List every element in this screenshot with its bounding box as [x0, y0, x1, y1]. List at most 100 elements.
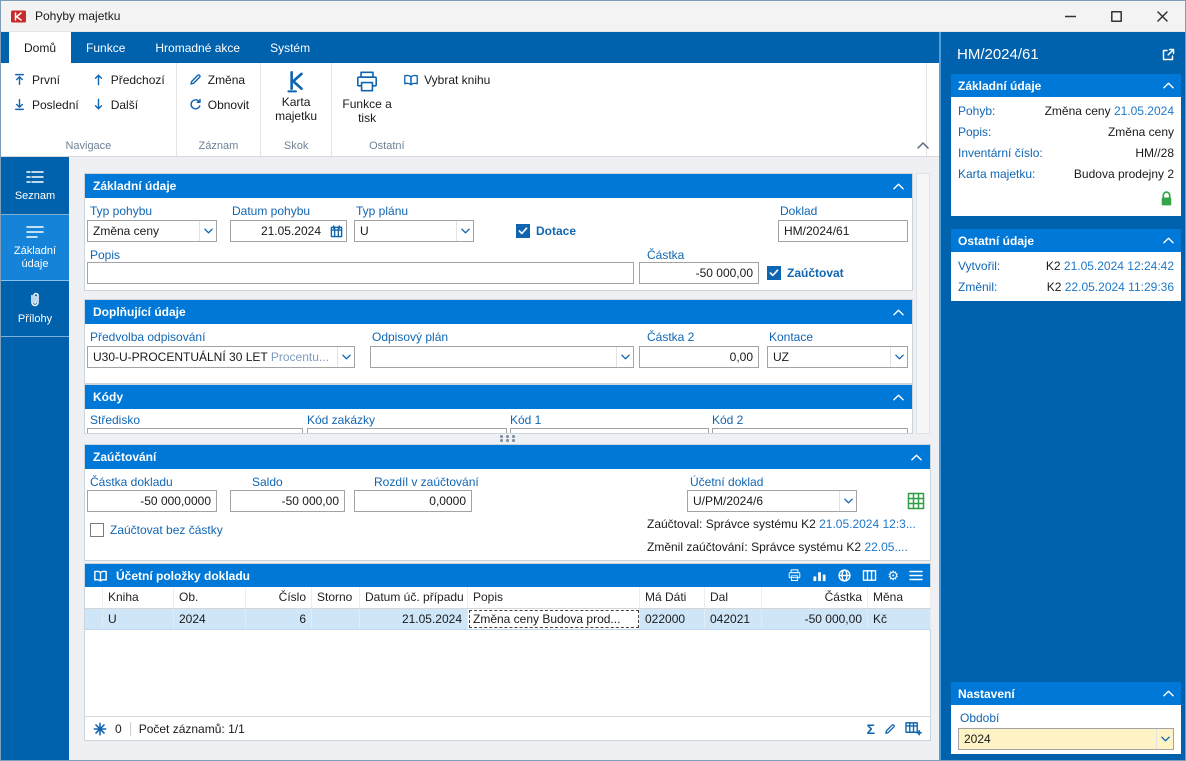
predvolba-select[interactable]: U30-U-PROCENTUÁLNÍ 30 LET Procentu... [87, 346, 355, 368]
column-header[interactable]: Částka [762, 587, 868, 608]
section-header-zauctovani[interactable]: Zaúčtování [85, 445, 930, 469]
tab-domu[interactable]: Domů [9, 32, 72, 63]
dropdown-icon[interactable] [337, 347, 354, 367]
cell-datum: 21.05.2024 [360, 609, 468, 629]
odpisovy-plan-select[interactable] [370, 346, 634, 368]
popis-input[interactable] [87, 262, 634, 284]
table-row[interactable]: U 2024 6 21.05.2024 Změna ceny Budova pr… [85, 609, 931, 630]
list-icon [26, 170, 44, 183]
asset-card-button[interactable]: Karta majetku [266, 66, 326, 124]
calendar-icon[interactable] [326, 221, 346, 241]
vertical-scrollbar[interactable] [916, 173, 930, 434]
settings-gear-icon[interactable]: ⚙ [887, 568, 899, 584]
web-icon[interactable] [837, 568, 852, 583]
column-header[interactable]: Měna [868, 587, 931, 608]
collapse-icon[interactable] [1163, 690, 1174, 697]
accounting-grid-icon[interactable] [907, 492, 925, 510]
ribbon-group-ostatni: Funkce a tisk Vybrat knihu Ostatní [332, 63, 928, 156]
sidebar-item-zakladni-udaje[interactable]: Základní údaje [1, 215, 69, 281]
dropdown-icon[interactable] [839, 491, 856, 511]
group-label-navigace: Navigace [65, 140, 112, 152]
functions-print-button[interactable]: Funkce a tisk [337, 66, 397, 126]
section-header-zakladni-udaje[interactable]: Základní údaje [85, 174, 912, 198]
dropdown-icon[interactable] [890, 347, 907, 367]
datum-pohybu-input[interactable]: 21.05.2024 [230, 220, 347, 242]
rozdil-input[interactable]: 0,0000 [354, 490, 472, 512]
change-button[interactable]: Změna [182, 68, 255, 91]
predvolba-suffix: Procentu... [270, 350, 329, 364]
section-header-doplnujici-udaje[interactable]: Doplňující údaje [85, 300, 912, 324]
column-header[interactable]: Má Dáti [640, 587, 705, 608]
zmenil-date: 22.05.... [864, 540, 908, 554]
castka-dokladu-label: Částka dokladu [90, 475, 173, 489]
typ-planu-value: U [360, 224, 369, 238]
collapse-icon[interactable] [911, 454, 922, 461]
ucetni-doklad-select[interactable]: U/PM/2024/6 [687, 490, 857, 512]
minimize-button[interactable] [1047, 1, 1093, 31]
dropdown-icon[interactable] [199, 221, 216, 241]
zauctovat-label: Zaúčtovat [787, 266, 844, 280]
collapse-icon[interactable] [1163, 237, 1174, 244]
right-card-header[interactable]: Základní údaje [951, 74, 1181, 97]
obdobi-select[interactable]: 2024 [958, 728, 1174, 750]
tab-funkce[interactable]: Funkce [71, 32, 140, 63]
ribbon-group-navigace: První Poslední Předchozí Další Navigace [1, 63, 177, 156]
open-in-window-icon[interactable] [1161, 48, 1175, 62]
tab-system[interactable]: Systém [255, 32, 325, 63]
collapse-icon[interactable] [893, 183, 904, 190]
typ-planu-select[interactable]: U [354, 220, 474, 242]
collapse-ribbon-button[interactable] [917, 142, 929, 149]
sidebar-item-seznam[interactable]: Seznam [1, 157, 69, 215]
edit-pencil-icon[interactable] [883, 722, 897, 736]
column-header[interactable]: Datum úč. případu [360, 587, 468, 608]
sum-icon[interactable]: Σ [867, 721, 875, 737]
zauctovat-checkbox[interactable]: Zaúčtovat [767, 266, 844, 280]
row-selector-header [85, 587, 103, 608]
splitter-handle[interactable] [84, 434, 931, 444]
column-header[interactable]: Popis [468, 587, 640, 608]
tab-hromadne-akce[interactable]: Hromadné akce [140, 32, 255, 63]
doklad-input[interactable]: HM/2024/61 [778, 220, 908, 242]
castka2-input[interactable]: 0,00 [639, 346, 759, 368]
section-header-kody[interactable]: Kódy [85, 385, 912, 409]
dotace-checkbox[interactable]: Dotace [516, 224, 576, 238]
kontace-select[interactable]: UZ [767, 346, 908, 368]
right-card-header[interactable]: Ostatní údaje [951, 229, 1181, 252]
select-book-button[interactable]: Vybrat knihu [397, 68, 496, 91]
print-icon[interactable] [787, 568, 802, 583]
maximize-button[interactable] [1093, 1, 1139, 31]
rozdil-value: 0,0000 [429, 494, 466, 508]
next-button[interactable]: Další [85, 93, 171, 116]
column-header[interactable]: Číslo [246, 587, 312, 608]
castka-input[interactable]: -50 000,00 [639, 262, 759, 284]
chart-icon[interactable] [812, 569, 827, 582]
dropdown-icon[interactable] [456, 221, 473, 241]
close-button[interactable] [1139, 1, 1185, 31]
typ-pohybu-select[interactable]: Změna ceny [87, 220, 217, 242]
refresh-button[interactable]: Obnovit [182, 93, 255, 116]
castka-dokladu-input[interactable]: -50 000,0000 [87, 490, 217, 512]
right-card-header[interactable]: Nastavení [951, 682, 1181, 705]
collapse-icon[interactable] [893, 394, 904, 401]
dropdown-icon[interactable] [616, 347, 633, 367]
columns-icon[interactable] [862, 569, 877, 582]
dropdown-icon[interactable] [1156, 729, 1173, 749]
previous-button[interactable]: Předchozí [85, 68, 171, 91]
vytvoril-name: K2 [1045, 258, 1061, 273]
asterisk-icon[interactable] [93, 722, 107, 736]
last-button[interactable]: Poslední [6, 93, 85, 116]
zauctovat-bez-castky-checkbox[interactable]: Zaúčtovat bez částky [90, 523, 223, 537]
column-header[interactable]: Kniha [103, 587, 174, 608]
column-header[interactable]: Storno [312, 587, 360, 608]
zmenil-name: Správce systému K2 [751, 540, 862, 554]
table-add-icon[interactable] [905, 721, 922, 736]
collapse-icon[interactable] [1163, 82, 1174, 89]
first-button[interactable]: První [6, 68, 85, 91]
column-header[interactable]: Ob. [174, 587, 246, 608]
collapse-icon[interactable] [893, 309, 904, 316]
saldo-input[interactable]: -50 000,00 [230, 490, 345, 512]
sidebar-item-prilohy[interactable]: Přílohy [1, 281, 69, 337]
column-header[interactable]: Dal [705, 587, 762, 608]
menu-icon[interactable] [909, 570, 923, 581]
lock-icon [1161, 190, 1172, 205]
